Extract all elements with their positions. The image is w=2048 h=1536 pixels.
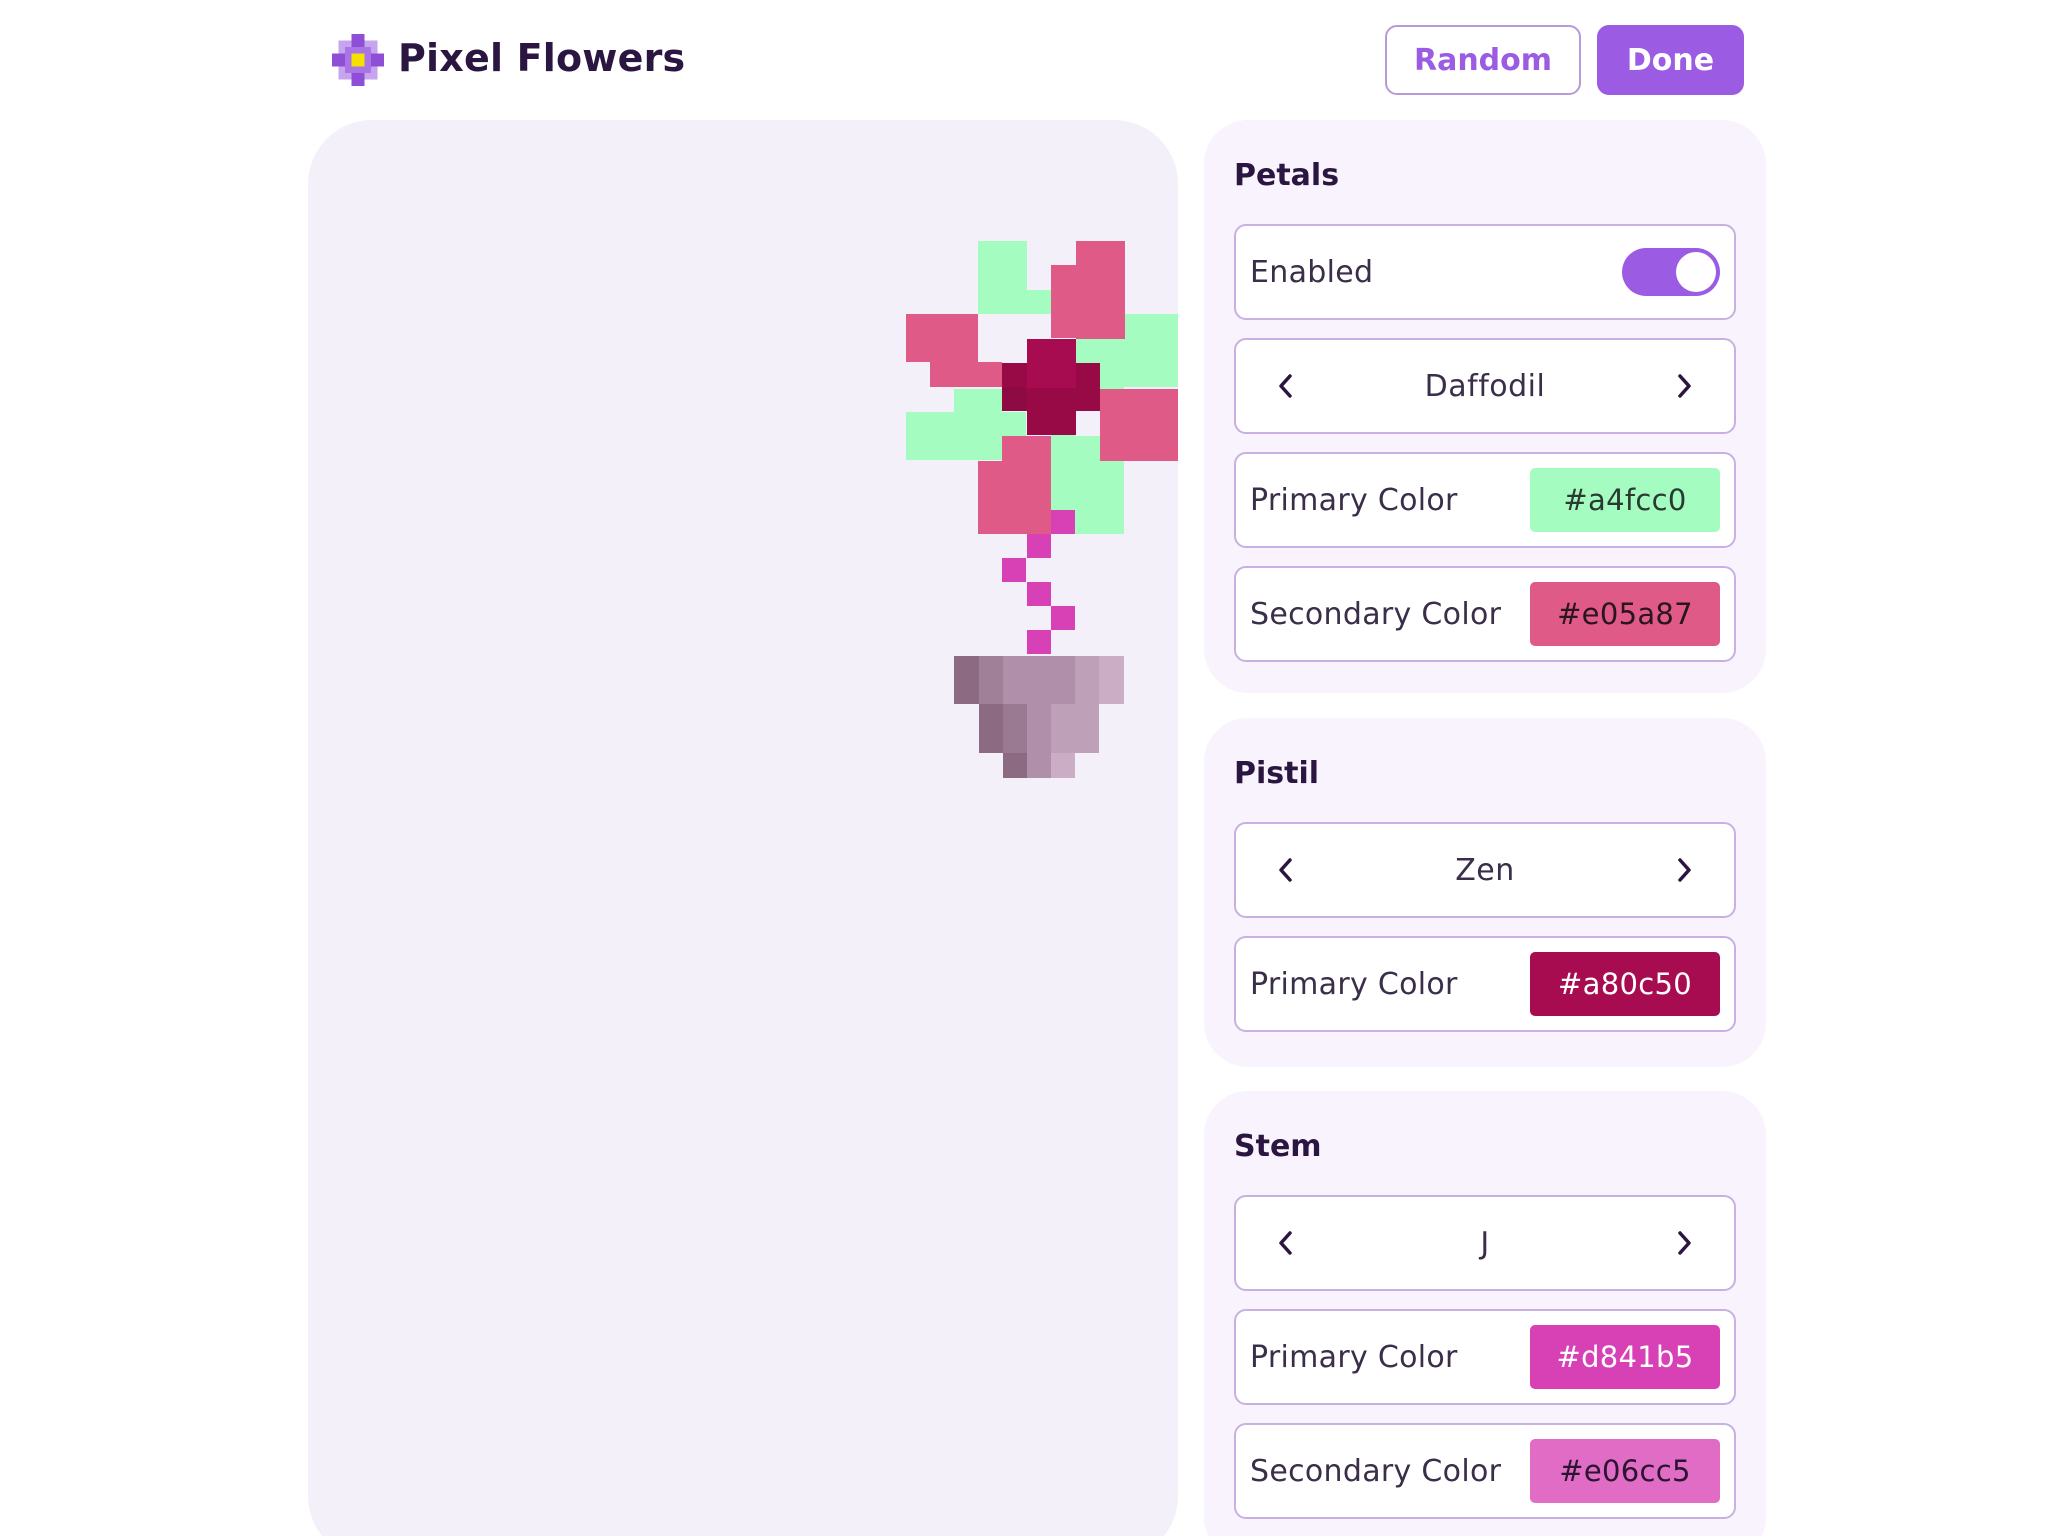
pistil-section-title: Pistil [1234, 756, 1320, 791]
petal-primary-pixel [1076, 339, 1100, 363]
pot-pixel [1003, 753, 1027, 778]
stem-primary-color-swatch[interactable]: #d841b5 [1530, 1325, 1720, 1389]
pot-pixel [1099, 656, 1124, 704]
stem-pixel [1002, 558, 1026, 582]
toggle-knob [1676, 252, 1716, 292]
petals-enabled-label: Enabled [1250, 254, 1374, 290]
pot-pixel [1027, 704, 1051, 753]
pot-pixel [979, 704, 1003, 753]
petals-section: Petals Enabled Daffodil Primary Color #a… [1204, 120, 1766, 693]
stem-section: Stem J Primary Color #d841b5 Secondary C… [1204, 1091, 1766, 1536]
petal-primary-pixel [978, 241, 1027, 314]
pistil-pixel [1027, 339, 1076, 388]
stem-secondary-color-row: Secondary Color #e06cc5 [1234, 1423, 1736, 1519]
pot-pixel [1003, 704, 1027, 753]
pistil-style-selector: Zen [1234, 822, 1736, 918]
petals-style-selector: Daffodil [1234, 338, 1736, 434]
chevron-right-icon[interactable] [1654, 340, 1714, 432]
pistil-style-value: Zen [1455, 852, 1515, 888]
petals-secondary-color-row: Secondary Color #e05a87 [1234, 566, 1736, 662]
stem-style-selector: J [1234, 1195, 1736, 1291]
petals-style-value: Daffodil [1424, 368, 1546, 404]
petal-secondary-pixel [930, 362, 1002, 387]
petal-secondary-pixel [906, 314, 978, 362]
app-header: Pixel Flowers Random Done [0, 0, 2048, 120]
petal-secondary-pixel [1051, 265, 1076, 338]
pot-pixel [1003, 656, 1075, 704]
stem-secondary-color-swatch[interactable]: #e06cc5 [1530, 1439, 1720, 1503]
petals-primary-color-label: Primary Color [1250, 482, 1458, 518]
chevron-right-icon[interactable] [1654, 824, 1714, 916]
chevron-right-icon[interactable] [1654, 1197, 1714, 1289]
petal-primary-pixel [954, 389, 1002, 413]
pistil-primary-color-row: Primary Color #a80c50 [1234, 936, 1736, 1032]
stem-style-value: J [1480, 1225, 1490, 1261]
petal-secondary-pixel [1100, 389, 1178, 461]
petals-secondary-color-label: Secondary Color [1250, 596, 1502, 632]
stem-pixel [1051, 606, 1075, 630]
chevron-left-icon[interactable] [1256, 340, 1316, 432]
pistil-pixel [1002, 387, 1026, 411]
pot-pixel [1027, 753, 1051, 778]
petals-section-title: Petals [1234, 158, 1340, 193]
pixel-flower-logo-icon [332, 34, 384, 86]
pot-pixel [1075, 656, 1099, 704]
petals-enabled-row[interactable]: Enabled [1234, 224, 1736, 320]
pot-pixel [979, 656, 1003, 704]
stem-pixel [1027, 582, 1051, 606]
stem-primary-color-label: Primary Color [1250, 1339, 1458, 1375]
petals-primary-color-row: Primary Color #a4fcc0 [1234, 452, 1736, 548]
petals-primary-color-swatch[interactable]: #a4fcc0 [1530, 468, 1720, 532]
petals-secondary-color-swatch[interactable]: #e05a87 [1530, 582, 1720, 646]
pistil-primary-color-swatch[interactable]: #a80c50 [1530, 952, 1720, 1016]
pot-pixel [954, 656, 979, 704]
petals-enabled-toggle[interactable] [1622, 248, 1720, 296]
stem-pixel [1051, 510, 1075, 534]
chevron-left-icon[interactable] [1256, 1197, 1316, 1289]
pot-pixel [1051, 753, 1075, 778]
stem-pixel [1027, 534, 1051, 558]
pistil-section: Pistil Zen Primary Color #a80c50 [1204, 718, 1766, 1067]
pistil-primary-color-label: Primary Color [1250, 966, 1458, 1002]
petal-secondary-pixel [1002, 436, 1051, 461]
petal-secondary-pixel [1076, 241, 1125, 339]
stem-section-title: Stem [1234, 1129, 1322, 1164]
flower-preview-canvas [308, 120, 1178, 1536]
petal-primary-pixel [1027, 290, 1051, 314]
done-button[interactable]: Done [1597, 25, 1744, 95]
stem-primary-color-row: Primary Color #d841b5 [1234, 1309, 1736, 1405]
petal-secondary-pixel [978, 461, 1051, 534]
stem-secondary-color-label: Secondary Color [1250, 1453, 1502, 1489]
random-button[interactable]: Random [1385, 25, 1581, 95]
pot-pixel [1051, 704, 1099, 753]
chevron-left-icon[interactable] [1256, 824, 1316, 916]
stem-pixel [1027, 630, 1051, 654]
flower-artwork [906, 241, 1178, 778]
app-title: Pixel Flowers [398, 36, 686, 80]
